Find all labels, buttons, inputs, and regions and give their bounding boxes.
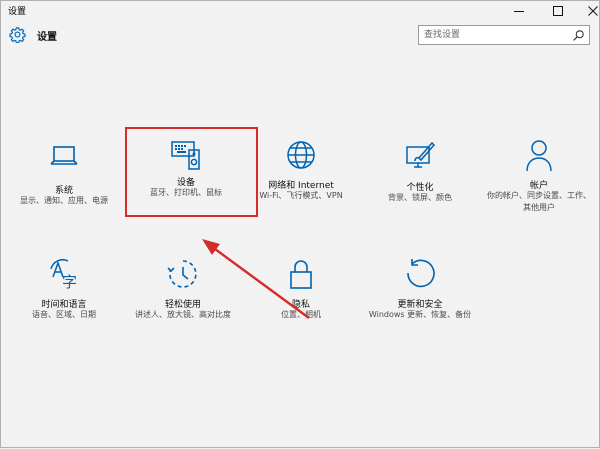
category-update-security[interactable]: 更新和安全 Windows 更新、恢复、备份 (364, 257, 476, 349)
minimize-button[interactable] (502, 1, 536, 21)
category-description: 位置、相机 (281, 310, 321, 319)
page-title: 设置 (37, 32, 57, 43)
lock-icon (290, 260, 312, 289)
close-button[interactable] (576, 1, 600, 21)
maximize-icon (553, 6, 563, 16)
search-icon[interactable] (572, 29, 585, 42)
category-description: 显示、通知、应用、电源 (20, 196, 108, 205)
category-accounts[interactable]: 帐户 你的帐户、同步设置、工作、其他用户 (483, 138, 595, 230)
annotation-highlight-box (125, 127, 258, 217)
category-description: 你的帐户、同步设置、工作、其他用户 (487, 191, 591, 212)
person-icon (526, 140, 552, 172)
svg-text:字: 字 (62, 273, 77, 291)
search-box[interactable] (418, 25, 590, 45)
personalization-icon (406, 141, 436, 168)
category-system[interactable]: 系统 显示、通知、应用、电源 (8, 143, 120, 235)
category-privacy[interactable]: 隐私 位置、相机 (245, 257, 357, 349)
ease-of-access-icon (167, 260, 197, 288)
search-input[interactable] (419, 26, 574, 44)
laptop-icon (50, 146, 78, 165)
close-icon (588, 6, 598, 16)
globe-icon (287, 141, 315, 169)
category-ease-of-access[interactable]: 轻松使用 讲述人、放大镜、高对比度 (127, 257, 239, 349)
category-description: Windows 更新、恢复、备份 (368, 310, 472, 319)
header: 设置 (1, 21, 599, 51)
category-personalization[interactable]: 个性化 背景、锁屏、颜色 (364, 140, 476, 232)
settings-window: 设置 设置 查找设置 系统 显示、通知、应用、电源 设备 蓝牙、打印机、鼠标 网… (0, 0, 600, 448)
category-network[interactable]: 网络和 Internet Wi-Fi、飞行模式、VPN (245, 138, 357, 230)
update-icon (407, 259, 435, 288)
maximize-button[interactable] (541, 1, 575, 21)
gear-icon (9, 27, 26, 43)
minimize-icon (514, 11, 524, 12)
category-description: 背景、锁屏、颜色 (388, 193, 452, 202)
category-description: 语音、区域、日期 (32, 310, 96, 319)
title-bar[interactable]: 设置 (1, 1, 599, 21)
category-description: 讲述人、放大镜、高对比度 (135, 310, 231, 319)
time-language-icon: 字 (50, 259, 77, 291)
window-title: 设置 (8, 7, 27, 17)
category-time-language[interactable]: 字 时间和语言 语音、区域、日期 (8, 257, 120, 349)
category-description: Wi-Fi、飞行模式、VPN (259, 191, 343, 200)
